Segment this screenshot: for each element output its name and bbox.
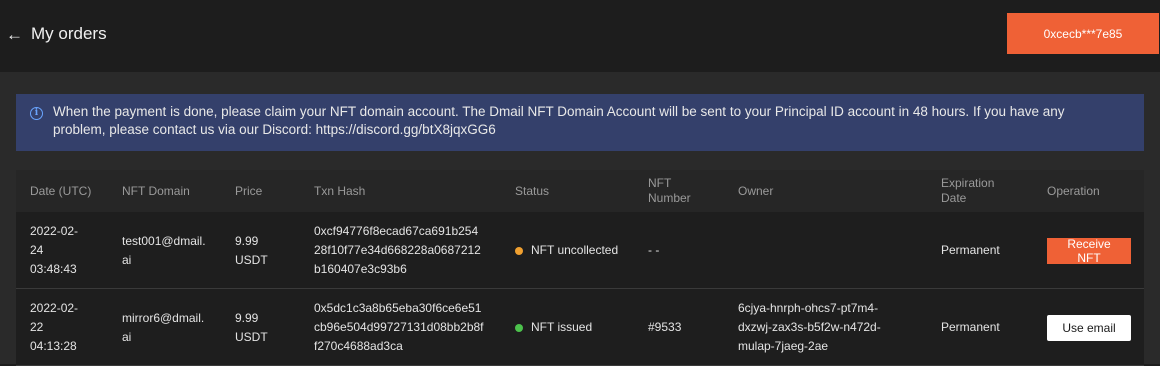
cell-price: 9.99 USDT	[235, 310, 268, 344]
cell-owner: 6cjya-hnrph-ohcs7-pt7m4- dxzwj-zax3s-b5f2…	[738, 301, 881, 353]
back-arrow-icon[interactable]: ←	[6, 26, 23, 43]
table-header: Date (UTC) NFT Domain Price Txn Hash Sta…	[16, 170, 1144, 212]
orders-table: Date (UTC) NFT Domain Price Txn Hash Sta…	[16, 170, 1144, 366]
cell-date: 2022-02- 24 03:48:43	[30, 224, 79, 276]
header-nft-number: NFT Number	[648, 176, 691, 205]
cell-txn-hash: 0x5dc1c3a8b65eba30f6ce6e51 cb96e504d99727…	[314, 301, 484, 353]
notice-line-2: problem, please contact us via our Disco…	[53, 122, 496, 137]
table-row: 2022-02- 22 04:13:28 mirror6@dmail. ai 9.99…	[16, 289, 1144, 366]
cell-owner	[738, 212, 918, 289]
status-text: NFT issued	[531, 320, 593, 334]
page-title: My orders	[31, 24, 107, 43]
cell-nft-number: #9533	[648, 320, 682, 334]
cell-domain: mirror6@dmail. ai	[122, 310, 205, 344]
header-owner: Owner	[738, 183, 774, 198]
receive-nft-button[interactable]: Receive NFT	[1047, 237, 1131, 265]
header-txn-hash: Txn Hash	[314, 183, 366, 198]
cell-operation: Use email	[1047, 289, 1137, 366]
status-dot-icon	[515, 323, 523, 332]
cell-price: 9.99 USDT	[235, 233, 268, 267]
orders-content: i When the payment is done, please claim…	[0, 72, 1160, 366]
cell-nft-number: - -	[648, 243, 660, 257]
cell-expiration: Permanent	[941, 320, 1000, 334]
cell-status: NFT uncollected	[515, 212, 640, 289]
payment-notice-banner: i When the payment is done, please claim…	[16, 94, 1144, 151]
header-date: Date (UTC)	[30, 183, 92, 198]
header-price: Price	[235, 183, 263, 198]
status-text: NFT uncollected	[531, 243, 619, 257]
status-dot-icon	[515, 246, 523, 255]
cell-domain: test001@dmail. ai	[122, 233, 206, 267]
cell-status: NFT issued	[515, 289, 640, 366]
table-row: 2022-02- 24 03:48:43 test001@dmail. ai 9.99…	[16, 212, 1144, 289]
header-domain: NFT Domain	[122, 183, 190, 198]
wallet-address-button[interactable]: 0xcecb***7e85	[1007, 13, 1159, 54]
cell-date: 2022-02- 22 04:13:28	[30, 301, 79, 353]
notice-text: When the payment is done, please claim y…	[53, 103, 1065, 151]
use-email-button[interactable]: Use email	[1047, 314, 1131, 341]
cell-expiration: Permanent	[941, 243, 1000, 257]
header-status: Status	[515, 183, 550, 198]
page-header: ← My orders 0xcecb***7e85	[0, 0, 1160, 72]
info-icon: i	[30, 107, 43, 120]
cell-operation: Receive NFT	[1047, 212, 1137, 289]
header-operation: Operation	[1047, 183, 1100, 198]
cell-txn-hash: 0xcf94776f8ecad67ca691b254 28f10f77e34d66…	[314, 224, 481, 276]
notice-line-1: When the payment is done, please claim y…	[53, 104, 1065, 119]
back-button[interactable]: ← My orders	[6, 21, 107, 47]
header-expiration-date: Expiration Date	[941, 176, 995, 205]
